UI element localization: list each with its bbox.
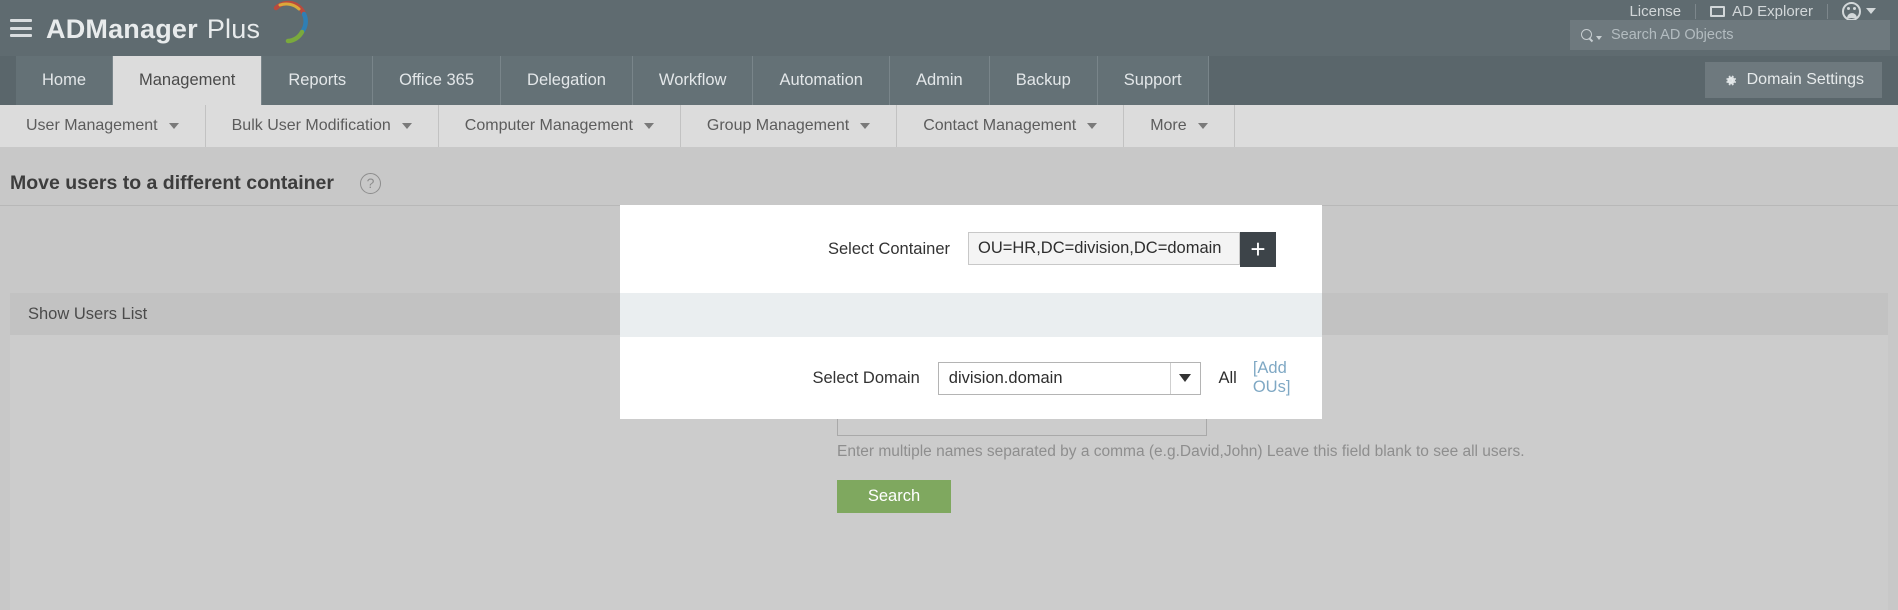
hamburger-menu-icon[interactable] [10, 19, 32, 37]
names-input-hint: Enter multiple names separated by a comm… [837, 443, 1525, 461]
search-button[interactable]: Search [837, 480, 951, 513]
user-account-menu[interactable] [1828, 0, 1890, 22]
tab-admin[interactable]: Admin [890, 56, 990, 105]
subnav-more[interactable]: More [1124, 105, 1234, 147]
subnav-label: Contact Management [923, 117, 1076, 135]
brand-name-ad: ADManager [46, 14, 198, 45]
tab-support[interactable]: Support [1098, 56, 1209, 105]
avatar [1842, 2, 1861, 21]
select-container-dialog: Select Container + Select Domain divisio… [620, 205, 1322, 419]
subnav-label: User Management [26, 117, 158, 135]
subnav-user-management[interactable]: User Management [0, 105, 206, 147]
top-bar: ADManager Plus License AD Explorer [0, 0, 1898, 56]
tab-reports[interactable]: Reports [262, 56, 373, 105]
ad-search-box[interactable] [1570, 20, 1890, 50]
tab-management[interactable]: Management [113, 56, 262, 105]
chevron-down-icon [1087, 123, 1097, 129]
select-container-input[interactable] [968, 232, 1240, 265]
tab-backup[interactable]: Backup [990, 56, 1098, 105]
dialog-select-domain-dropdown[interactable]: division.domain [938, 362, 1201, 395]
tab-delegation[interactable]: Delegation [501, 56, 633, 105]
license-link[interactable]: License [1615, 0, 1695, 22]
dialog-select-domain-row: Select Domain division.domain All [Add O… [620, 337, 1322, 419]
search-icon[interactable] [1570, 29, 1609, 42]
dialog-select-container-row: Select Container + [620, 205, 1322, 293]
chevron-down-icon [1866, 8, 1876, 14]
dialog-separator-band [620, 293, 1322, 337]
subnav-label: Group Management [707, 117, 849, 135]
chevron-down-icon [644, 123, 654, 129]
brand-swoosh-icon [266, 0, 312, 46]
dialog-select-container-label: Select Container [620, 240, 950, 259]
tab-office-365[interactable]: Office 365 [373, 56, 501, 105]
chevron-down-icon[interactable] [1170, 363, 1200, 394]
sub-nav-bar: User Management Bulk User Modification C… [0, 105, 1898, 147]
ad-explorer-link[interactable]: AD Explorer [1696, 0, 1827, 22]
subnav-group-management[interactable]: Group Management [681, 105, 897, 147]
brand-name-plus: Plus [207, 14, 260, 45]
subnav-bulk-user-modification[interactable]: Bulk User Modification [206, 105, 439, 147]
search-input[interactable] [1609, 26, 1890, 44]
dialog-select-domain-value: division.domain [949, 369, 1063, 388]
add-container-button[interactable]: + [1240, 232, 1276, 267]
tab-list: Home Management Reports Office 365 Deleg… [0, 56, 1898, 105]
subnav-label: More [1150, 117, 1186, 135]
license-label: License [1629, 3, 1681, 20]
dialog-add-ous-link[interactable]: [Add OUs] [1253, 359, 1322, 397]
tab-workflow[interactable]: Workflow [633, 56, 754, 105]
chevron-down-icon [169, 123, 179, 129]
gear-icon [1723, 73, 1738, 88]
tab-home[interactable]: Home [16, 56, 113, 105]
app-logo: ADManager Plus [46, 12, 312, 46]
subnav-label: Computer Management [465, 117, 633, 135]
ad-explorer-label: AD Explorer [1732, 3, 1813, 20]
chevron-down-icon [1198, 123, 1208, 129]
container-field-group: + [968, 232, 1276, 267]
chevron-down-icon [860, 123, 870, 129]
main-tab-bar: Home Management Reports Office 365 Deleg… [0, 56, 1898, 105]
chevron-down-icon [402, 123, 412, 129]
app-window: ADManager Plus License AD Explorer [0, 0, 1898, 610]
domain-settings-button[interactable]: Domain Settings [1705, 62, 1882, 98]
subnav-computer-management[interactable]: Computer Management [439, 105, 681, 147]
dialog-select-domain-label: Select Domain [620, 369, 920, 388]
domain-settings-label: Domain Settings [1747, 71, 1864, 89]
dialog-all-label: All [1219, 369, 1237, 388]
subnav-contact-management[interactable]: Contact Management [897, 105, 1124, 147]
monitor-icon [1710, 6, 1725, 17]
tab-automation[interactable]: Automation [753, 56, 889, 105]
subnav-label: Bulk User Modification [232, 117, 391, 135]
top-right-actions: License AD Explorer [1615, 0, 1890, 22]
